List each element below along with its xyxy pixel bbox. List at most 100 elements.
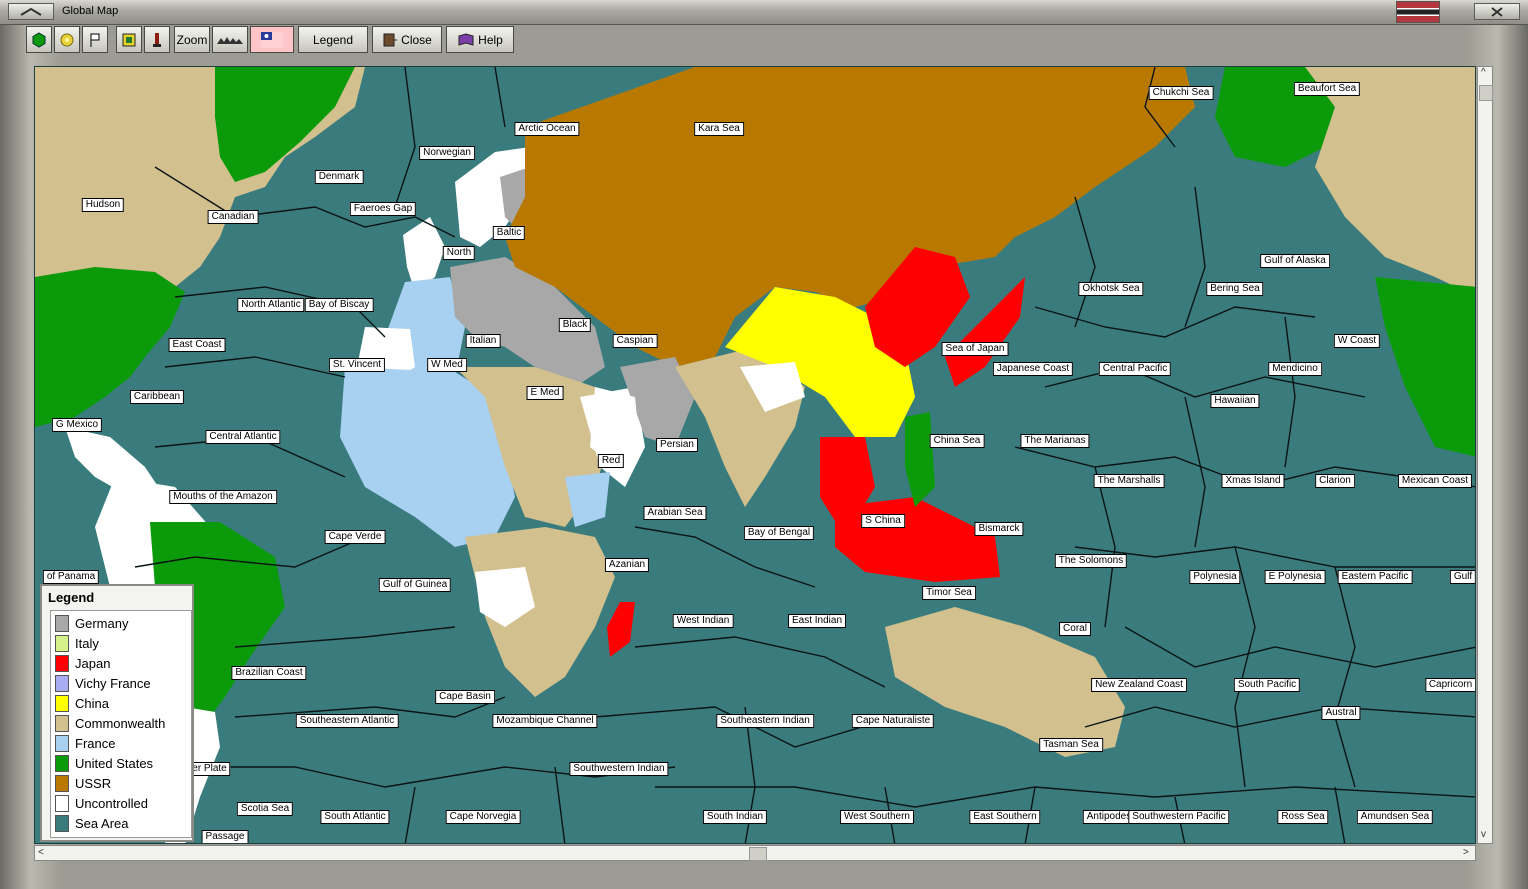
leader-button[interactable]: [144, 26, 170, 53]
sea-area-label[interactable]: Southwestern Indian: [569, 762, 669, 776]
zoom-button[interactable]: Zoom: [174, 26, 210, 53]
sea-area-label[interactable]: Bay of Biscay: [304, 298, 374, 312]
sea-area-label[interactable]: The Marianas: [1020, 434, 1090, 448]
sea-area-label[interactable]: Azanian: [604, 558, 650, 572]
scroll-left-icon[interactable]: <: [38, 847, 44, 858]
sea-area-label[interactable]: East Southern: [969, 810, 1041, 824]
flag-filter-button[interactable]: [82, 26, 108, 53]
sea-area-label[interactable]: Okhotsk Sea: [1078, 282, 1144, 296]
sea-area-label[interactable]: Mozambique Channel: [492, 714, 598, 728]
sea-area-label[interactable]: Bay of Bengal: [743, 526, 815, 540]
close-button[interactable]: Close: [372, 26, 442, 53]
sea-area-label[interactable]: North: [442, 246, 476, 260]
horizontal-scroll-thumb[interactable]: [749, 847, 767, 861]
sea-area-label[interactable]: W Med: [427, 358, 467, 372]
sea-area-label[interactable]: Xmas Island: [1221, 474, 1285, 488]
sea-area-label[interactable]: Caribbean: [129, 390, 185, 404]
sea-area-label[interactable]: Southwestern Pacific: [1128, 810, 1230, 824]
sea-area-label[interactable]: Hawaiian: [1210, 394, 1260, 408]
sea-area-label[interactable]: Baltic: [492, 226, 526, 240]
sea-area-label[interactable]: North Atlantic: [237, 298, 305, 312]
sea-area-label[interactable]: Amundsen Sea: [1356, 810, 1434, 824]
sea-area-label[interactable]: S China: [861, 514, 905, 528]
nation-flag-button[interactable]: [250, 26, 294, 53]
sea-area-label[interactable]: Capricorn: [1424, 678, 1475, 692]
sea-area-label[interactable]: Bering Sea: [1206, 282, 1264, 296]
sea-area-label[interactable]: Japanese Coast: [992, 362, 1074, 376]
sea-area-label[interactable]: Cape Norvegia: [445, 810, 521, 824]
minimize-button[interactable]: [8, 3, 54, 20]
sea-area-label[interactable]: Mendicino: [1268, 362, 1322, 376]
sea-area-label[interactable]: Clarion: [1315, 474, 1355, 488]
sea-area-label[interactable]: Black: [558, 318, 592, 332]
unit-filter-button[interactable]: [26, 26, 52, 53]
sea-area-label[interactable]: Tasman Sea: [1039, 738, 1103, 752]
sea-area-label[interactable]: Central Atlantic: [205, 430, 281, 444]
sea-area-label[interactable]: East Indian: [787, 614, 847, 628]
sea-area-label[interactable]: Norwegian: [419, 146, 475, 160]
sea-area-label[interactable]: Kara Sea: [694, 122, 744, 136]
sea-area-label[interactable]: South Pacific: [1233, 678, 1301, 692]
sea-area-label[interactable]: Austral: [1321, 706, 1361, 720]
sea-area-label[interactable]: Gulf of Guinea: [378, 578, 452, 592]
resource-button[interactable]: [54, 26, 80, 53]
sea-area-label[interactable]: Arctic Ocean: [514, 122, 580, 136]
sea-area-label[interactable]: South Atlantic: [320, 810, 390, 824]
sea-area-label[interactable]: Polynesia: [1189, 570, 1241, 584]
sea-area-label[interactable]: Faeroes Gap: [349, 202, 417, 216]
sea-area-label[interactable]: of Panama: [42, 570, 100, 584]
sea-area-label[interactable]: Italian: [465, 334, 501, 348]
sea-area-label[interactable]: Mouths of the Amazon: [169, 490, 277, 504]
sea-area-label[interactable]: Passage: [201, 830, 249, 843]
vertical-scrollbar[interactable]: ^ v: [1477, 66, 1493, 844]
sea-area-label[interactable]: Persian: [656, 438, 698, 452]
sea-area-label[interactable]: Caspian: [612, 334, 658, 348]
sea-area-label[interactable]: The Marshalls: [1093, 474, 1165, 488]
sea-area-label[interactable]: Brazilian Coast: [231, 666, 307, 680]
sea-area-label[interactable]: Arabian Sea: [643, 506, 707, 520]
vertical-scroll-thumb[interactable]: [1479, 85, 1493, 101]
sea-area-label[interactable]: E Polynesia: [1264, 570, 1326, 584]
sea-area-label[interactable]: China Sea: [929, 434, 985, 448]
legend-button[interactable]: Legend: [298, 26, 368, 53]
sea-area-label[interactable]: Bismarck: [974, 522, 1024, 536]
sea-area-label[interactable]: Gulf: [1449, 570, 1475, 584]
sea-area-label[interactable]: Southeastern Indian: [716, 714, 814, 728]
window-close-button[interactable]: [1474, 3, 1520, 20]
help-button[interactable]: Help: [446, 26, 514, 53]
sea-area-label[interactable]: New Zealand Coast: [1091, 678, 1187, 692]
sea-area-label[interactable]: Cape Naturaliste: [851, 714, 935, 728]
horizontal-scrollbar[interactable]: < >: [34, 845, 1476, 861]
sea-area-label[interactable]: Timor Sea: [922, 586, 976, 600]
sea-area-label[interactable]: Gulf of Alaska: [1260, 254, 1330, 268]
sea-area-label[interactable]: Sea of Japan: [941, 342, 1009, 356]
scroll-right-icon[interactable]: >: [1463, 847, 1469, 858]
sea-area-label[interactable]: E Med: [526, 386, 564, 400]
map-grid-button[interactable]: [116, 26, 142, 53]
sea-area-label[interactable]: The Solomons: [1054, 554, 1128, 568]
sea-area-label[interactable]: Canadian: [207, 210, 259, 224]
sea-area-label[interactable]: Mexican Coast: [1397, 474, 1473, 488]
world-map[interactable]: Arctic Ocean Kara Sea Chukchi Sea Beaufort …: [34, 66, 1476, 844]
sea-area-label[interactable]: Cape Verde: [324, 530, 386, 544]
sea-area-label[interactable]: Scotia Sea: [236, 802, 294, 816]
terrain-button[interactable]: [212, 26, 248, 53]
sea-area-label[interactable]: Southeastern Atlantic: [295, 714, 399, 728]
sea-area-label[interactable]: Cape Basin: [435, 690, 495, 704]
sea-area-label[interactable]: St. Vincent: [328, 358, 386, 372]
sea-area-label[interactable]: Chukchi Sea: [1148, 86, 1214, 100]
sea-area-label[interactable]: West Southern: [840, 810, 914, 824]
sea-area-label[interactable]: East Coast: [168, 338, 226, 352]
sea-area-label[interactable]: Denmark: [314, 170, 364, 184]
sea-area-label[interactable]: Beaufort Sea: [1293, 82, 1361, 96]
scroll-down-icon[interactable]: v: [1481, 829, 1486, 840]
sea-area-label[interactable]: Hudson: [81, 198, 125, 212]
sea-area-label[interactable]: Red: [597, 454, 625, 468]
sea-area-label[interactable]: West Indian: [672, 614, 734, 628]
scroll-up-icon[interactable]: ^: [1481, 67, 1486, 78]
sea-area-label[interactable]: Ross Sea: [1277, 810, 1329, 824]
sea-area-label[interactable]: South Indian: [702, 810, 768, 824]
sea-area-label[interactable]: Eastern Pacific: [1337, 570, 1413, 584]
sea-area-label[interactable]: Central Pacific: [1098, 362, 1172, 376]
sea-area-label[interactable]: G Mexico: [51, 418, 103, 432]
